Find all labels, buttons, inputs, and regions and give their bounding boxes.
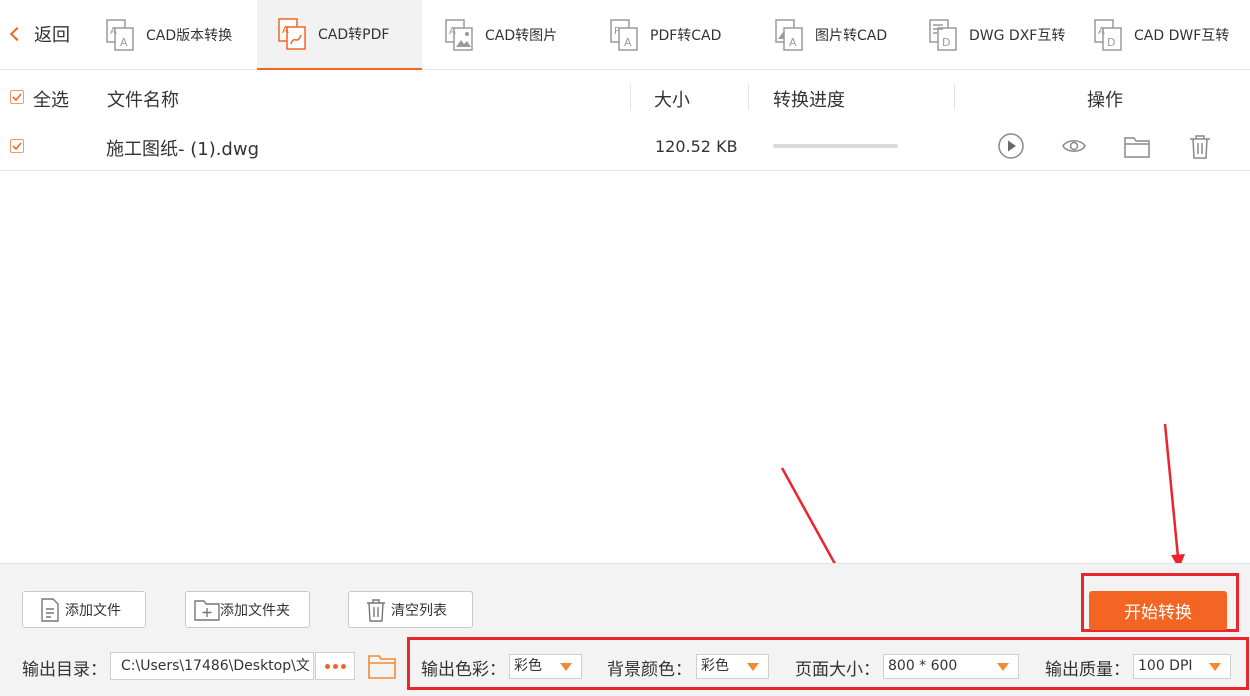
select-value: 800 * 600 xyxy=(888,658,958,674)
select-value: 彩色 xyxy=(514,658,542,674)
trash-icon xyxy=(365,598,387,622)
bottom-panel: 添加文件 添加文件夹 清空列表 开始转换 输出目录： C:\Users\1748… xyxy=(0,563,1250,696)
caret-down-icon xyxy=(560,663,572,671)
add-folder-button[interactable]: 添加文件夹 xyxy=(185,591,310,628)
select-value: 100 DPI xyxy=(1138,658,1193,674)
clear-list-button[interactable]: 清空列表 xyxy=(348,591,473,628)
page-size-select[interactable]: 800 * 600 xyxy=(883,654,1019,679)
dot xyxy=(332,663,338,669)
output-color-select[interactable]: 彩色 xyxy=(509,654,582,679)
open-folder-icon[interactable] xyxy=(367,651,397,681)
caret-down-icon xyxy=(997,663,1009,671)
add-file-button[interactable]: 添加文件 xyxy=(22,591,146,628)
page-size-label: 页面大小： xyxy=(795,660,880,680)
add-file-label: 添加文件 xyxy=(65,602,121,619)
background-color-label: 背景颜色： xyxy=(607,660,692,680)
caret-down-icon xyxy=(1209,663,1221,671)
start-convert-button[interactable]: 开始转换 xyxy=(1089,591,1227,630)
dot xyxy=(324,663,330,669)
cad-converter-window: 返回 AA CAD版本转换 A CAD转PDF A CAD转图片 PA PDF转… xyxy=(0,0,1250,696)
add-folder-label: 添加文件夹 xyxy=(220,602,290,619)
output-dir-label: 输出目录： xyxy=(22,660,107,680)
background-color-select[interactable]: 彩色 xyxy=(696,654,769,679)
output-quality-select[interactable]: 100 DPI xyxy=(1133,654,1231,679)
dot xyxy=(340,663,346,669)
add-file-icon xyxy=(39,597,61,622)
clear-list-label: 清空列表 xyxy=(391,602,447,619)
select-value: 彩色 xyxy=(701,658,729,674)
output-dir-field[interactable]: C:\Users\17486\Desktop\文 xyxy=(110,652,314,680)
output-color-label: 输出色彩： xyxy=(421,660,506,680)
caret-down-icon xyxy=(747,663,759,671)
add-folder-icon xyxy=(194,598,220,622)
browse-button[interactable] xyxy=(315,652,355,680)
output-quality-label: 输出质量： xyxy=(1045,660,1130,680)
